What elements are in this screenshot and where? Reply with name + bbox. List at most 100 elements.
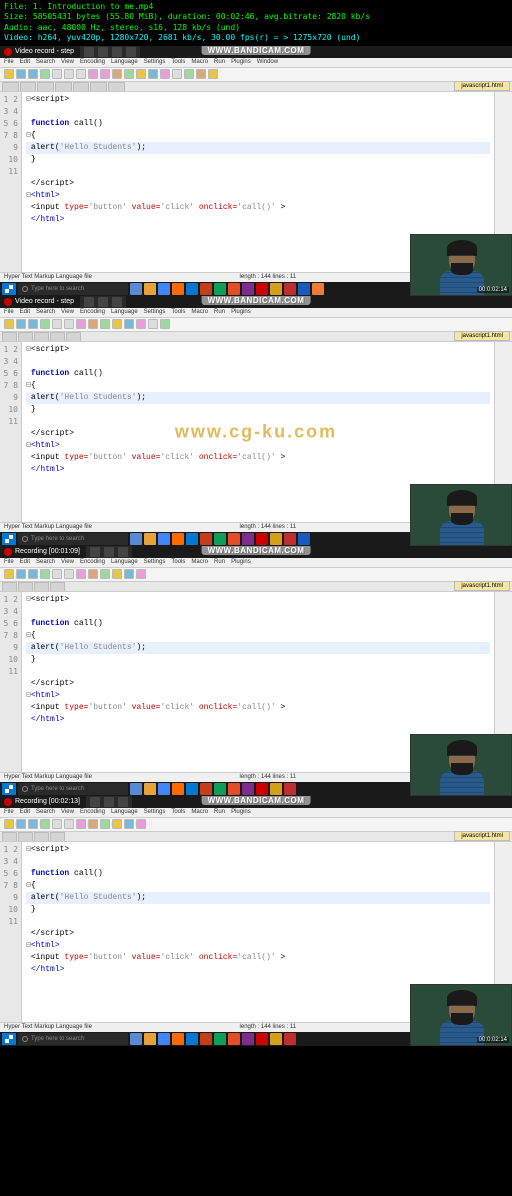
- menu-language[interactable]: Language: [111, 59, 138, 65]
- tool-icon[interactable]: [28, 569, 38, 579]
- recorder-tool-icon[interactable]: [90, 797, 100, 807]
- file-tab[interactable]: [2, 582, 17, 591]
- taskbar-app-icon[interactable]: [284, 533, 296, 545]
- tool-icon[interactable]: [52, 569, 62, 579]
- taskbar-app-icon[interactable]: [186, 533, 198, 545]
- tool-icon[interactable]: [208, 69, 218, 79]
- open-file-icon[interactable]: [16, 69, 26, 79]
- taskbar-app-icon[interactable]: [228, 533, 240, 545]
- word-icon[interactable]: [298, 283, 310, 295]
- menu-bar[interactable]: File Edit Search View Encoding Language …: [0, 58, 512, 68]
- menu-plugins[interactable]: Plugins: [231, 809, 251, 815]
- recorder-tool-icon[interactable]: [84, 47, 94, 57]
- taskbar-app-icon[interactable]: [144, 533, 156, 545]
- file-tab[interactable]: [108, 82, 125, 91]
- taskbar-app-icon[interactable]: [228, 283, 240, 295]
- undo-icon[interactable]: [88, 69, 98, 79]
- tool-icon[interactable]: [100, 819, 110, 829]
- taskbar-app-icon[interactable]: [256, 1033, 268, 1045]
- tool-icon[interactable]: [4, 319, 14, 329]
- menu-language[interactable]: Language: [111, 309, 138, 315]
- menu-file[interactable]: File: [4, 559, 14, 565]
- tool-icon[interactable]: [4, 819, 14, 829]
- menu-settings[interactable]: Settings: [144, 559, 166, 565]
- file-tab[interactable]: [2, 332, 17, 341]
- recorder-tool-icon[interactable]: [118, 797, 128, 807]
- menu-macro[interactable]: Macro: [191, 559, 208, 565]
- menu-plugins[interactable]: Plugins: [231, 59, 251, 65]
- recorder-tool-icon[interactable]: [98, 47, 108, 57]
- menu-encoding[interactable]: Encoding: [80, 559, 105, 565]
- menu-search[interactable]: Search: [36, 59, 55, 65]
- tool-icon[interactable]: [136, 319, 146, 329]
- recorder-tool-icon[interactable]: [104, 797, 114, 807]
- file-tab[interactable]: [73, 82, 90, 91]
- tool-icon[interactable]: [172, 69, 182, 79]
- menu-macro[interactable]: Macro: [191, 309, 208, 315]
- taskbar-app-icon[interactable]: [242, 783, 254, 795]
- find-icon[interactable]: [112, 69, 122, 79]
- taskbar-app-icon[interactable]: [172, 783, 184, 795]
- tool-icon[interactable]: [4, 569, 14, 579]
- file-tab[interactable]: [18, 332, 33, 341]
- menu-search[interactable]: Search: [36, 809, 55, 815]
- taskbar-app-icon[interactable]: [200, 533, 212, 545]
- taskbar-app-icon[interactable]: [214, 283, 226, 295]
- menu-encoding[interactable]: Encoding: [80, 59, 105, 65]
- file-tab[interactable]: [66, 332, 81, 341]
- menu-edit[interactable]: Edit: [20, 59, 30, 65]
- tool-icon[interactable]: [124, 819, 134, 829]
- menu-edit[interactable]: Edit: [20, 809, 30, 815]
- menu-file[interactable]: File: [4, 59, 14, 65]
- tool-icon[interactable]: [124, 569, 134, 579]
- taskbar-app-icon[interactable]: [144, 783, 156, 795]
- tool-icon[interactable]: [40, 319, 50, 329]
- tool-icon[interactable]: [52, 819, 62, 829]
- edge-icon[interactable]: [186, 283, 198, 295]
- file-tab[interactable]: [18, 832, 33, 841]
- menu-settings[interactable]: Settings: [144, 309, 166, 315]
- tool-icon[interactable]: [16, 319, 26, 329]
- taskbar-app-icon[interactable]: [214, 783, 226, 795]
- menu-plugins[interactable]: Plugins: [231, 309, 251, 315]
- opera-icon[interactable]: [256, 283, 268, 295]
- menu-file[interactable]: File: [4, 809, 14, 815]
- menu-search[interactable]: Search: [36, 309, 55, 315]
- menu-view[interactable]: View: [61, 559, 74, 565]
- start-button[interactable]: [2, 783, 16, 795]
- tool-icon[interactable]: [136, 569, 146, 579]
- tool-icon[interactable]: [160, 319, 170, 329]
- file-tab[interactable]: [90, 82, 107, 91]
- recorder-tool-icon[interactable]: [126, 47, 136, 57]
- menu-settings[interactable]: Settings: [144, 809, 166, 815]
- file-tab[interactable]: [2, 82, 19, 91]
- start-button[interactable]: [2, 533, 16, 545]
- tool-icon[interactable]: [76, 569, 86, 579]
- menu-view[interactable]: View: [61, 309, 74, 315]
- file-tab[interactable]: [50, 332, 65, 341]
- recorder-tool-icon[interactable]: [98, 297, 108, 307]
- taskbar-app-icon[interactable]: [256, 783, 268, 795]
- taskbar-app-icon[interactable]: [270, 783, 282, 795]
- taskbar-app-icon[interactable]: [256, 533, 268, 545]
- tool-icon[interactable]: [100, 319, 110, 329]
- menu-bar[interactable]: File Edit Search View Encoding Language …: [0, 308, 512, 318]
- tool-icon[interactable]: [124, 319, 134, 329]
- taskbar-app-icon[interactable]: [200, 283, 212, 295]
- menu-tools[interactable]: Tools: [171, 309, 185, 315]
- taskbar-app-icon[interactable]: [270, 1033, 282, 1045]
- menu-run[interactable]: Run: [214, 309, 225, 315]
- tool-icon[interactable]: [76, 819, 86, 829]
- menu-edit[interactable]: Edit: [20, 309, 30, 315]
- firefox-icon[interactable]: [172, 283, 184, 295]
- recorder-tool-icon[interactable]: [104, 547, 114, 557]
- taskbar-app-icon[interactable]: [130, 783, 142, 795]
- tool-icon[interactable]: [184, 69, 194, 79]
- replace-icon[interactable]: [124, 69, 134, 79]
- tool-icon[interactable]: [196, 69, 206, 79]
- taskbar-app-icon[interactable]: [242, 283, 254, 295]
- tool-icon[interactable]: [28, 319, 38, 329]
- tool-icon[interactable]: [160, 69, 170, 79]
- taskbar-app-icon[interactable]: [130, 533, 142, 545]
- paste-icon[interactable]: [76, 69, 86, 79]
